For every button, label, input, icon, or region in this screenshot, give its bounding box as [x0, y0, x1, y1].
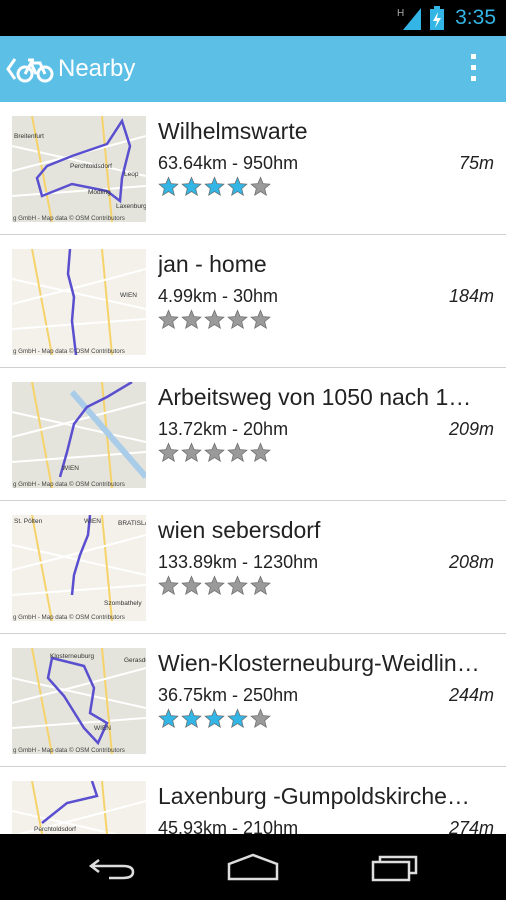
star-empty-icon — [250, 176, 271, 197]
star-empty-icon — [204, 575, 225, 596]
star-filled-icon — [181, 708, 202, 729]
star-filled-icon — [227, 708, 248, 729]
route-distance-elevation: 36.75km - 250hm — [158, 685, 299, 705]
route-duration: 244m — [448, 685, 494, 705]
route-title: Wilhelmswarte — [158, 118, 308, 144]
star-empty-icon — [250, 309, 271, 330]
star-empty-icon — [158, 309, 179, 330]
star-filled-icon — [204, 708, 225, 729]
route-distance-elevation: 63.64km - 950hm — [158, 153, 299, 173]
route-map-thumbnail: Breitenfurt Perchtoldsdorf Leop Mödling Laxe… — [12, 116, 146, 222]
star-filled-icon — [158, 708, 179, 729]
star-empty-icon — [250, 442, 271, 463]
star-empty-icon — [204, 442, 225, 463]
route-duration: 75m — [458, 153, 494, 173]
route-rating — [158, 708, 271, 729]
star-empty-icon — [181, 575, 202, 596]
route-map-thumbnail: WIEN g GmbH - Map data © OSM Contributors — [12, 382, 146, 488]
map-place-label: Szombathely — [104, 600, 142, 607]
map-place-label: Breitenfurt — [14, 133, 44, 140]
star-filled-icon — [227, 176, 248, 197]
status-bar: H 3:35 — [0, 0, 506, 36]
battery-charging-icon — [430, 6, 445, 30]
overflow-menu-icon[interactable] — [468, 54, 478, 84]
action-bar: Nearby — [0, 36, 506, 102]
home-icon — [227, 853, 279, 881]
route-title: jan - home — [158, 251, 267, 277]
route-list-item[interactable]: WIEN g GmbH - Map data © OSM Contributors… — [0, 368, 506, 501]
back-button[interactable] — [72, 842, 152, 892]
route-rating — [158, 575, 271, 596]
map-attribution: g GmbH - Map data © OSM Contributors — [13, 747, 125, 754]
map-place-label: St. Pölten — [14, 518, 43, 525]
navigation-bar — [0, 834, 506, 900]
bicycle-icon[interactable] — [16, 54, 54, 84]
network-type-label: H — [397, 8, 404, 19]
page-title[interactable]: Nearby — [58, 36, 135, 102]
route-duration: 274m — [448, 818, 494, 834]
route-rating — [158, 442, 271, 463]
signal-icon: H — [397, 8, 422, 30]
route-rating — [158, 309, 271, 330]
route-distance-elevation: 4.99km - 30hm — [158, 286, 279, 306]
map-place-label: WIEN — [62, 465, 79, 472]
star-empty-icon — [204, 309, 225, 330]
map-place-label: Laxenburg — [116, 203, 146, 210]
star-empty-icon — [181, 309, 202, 330]
route-map-thumbnail: Perchtoldsdorf — [12, 781, 146, 834]
map-place-label: Mödling — [88, 189, 111, 196]
route-distance-elevation: 45.93km - 210hm — [158, 818, 299, 834]
route-list[interactable]: Breitenfurt Perchtoldsdorf Leop Mödling Laxe… — [0, 102, 506, 834]
back-icon — [88, 859, 135, 880]
star-empty-icon — [227, 309, 248, 330]
star-empty-icon — [250, 575, 271, 596]
route-distance-elevation: 133.89km - 1230hm — [158, 552, 319, 572]
route-list-item[interactable]: Perchtoldsdorf Laxenburg -Gumpoldskirche…… — [0, 767, 506, 834]
route-rating — [158, 176, 271, 197]
route-duration: 208m — [448, 552, 494, 572]
route-list-item[interactable]: Klosterneuburg Gerasdo WIEN g GmbH - Map da… — [0, 634, 506, 767]
route-list-item[interactable]: St. Pölten WIEN BRATISLA Szombathely g GmbH … — [0, 501, 506, 634]
route-map-thumbnail: Klosterneuburg Gerasdo WIEN g GmbH - Map da… — [12, 648, 146, 754]
star-empty-icon — [227, 575, 248, 596]
star-empty-icon — [181, 442, 202, 463]
star-filled-icon — [158, 176, 179, 197]
route-title: wien sebersdorf — [158, 517, 321, 543]
route-distance-elevation: 13.72km - 20hm — [158, 419, 289, 439]
star-empty-icon — [158, 442, 179, 463]
route-list-item[interactable]: WIEN g GmbH - Map data © OSM Contributors… — [0, 235, 506, 368]
star-empty-icon — [227, 442, 248, 463]
star-filled-icon — [204, 176, 225, 197]
map-place-label: WIEN — [120, 292, 137, 299]
map-attribution: g GmbH - Map data © OSM Contributors — [13, 481, 125, 488]
map-place-label: WIEN — [84, 518, 101, 525]
map-attribution: g GmbH - Map data © OSM Contributors — [13, 614, 125, 621]
map-attribution: g GmbH - Map data © OSM Contributors — [13, 348, 125, 355]
star-empty-icon — [250, 708, 271, 729]
route-list-item[interactable]: Breitenfurt Perchtoldsdorf Leop Mödling Laxe… — [0, 102, 506, 235]
route-duration: 209m — [448, 419, 494, 439]
star-filled-icon — [181, 176, 202, 197]
map-attribution: g GmbH - Map data © OSM Contributors — [13, 215, 125, 222]
route-map-thumbnail: WIEN g GmbH - Map data © OSM Contributors — [12, 249, 146, 355]
recent-apps-icon — [371, 855, 418, 882]
recent-apps-button[interactable] — [356, 842, 436, 892]
map-place-label: BRATISLA — [118, 520, 146, 527]
map-place-label: Perchtoldsdorf — [70, 163, 112, 170]
star-empty-icon — [158, 575, 179, 596]
map-place-label: Gerasdo — [124, 657, 146, 664]
route-title: Arbeitsweg von 1050 nach 1… — [158, 384, 472, 410]
map-place-label: Leop — [124, 171, 139, 178]
map-place-label: Klosterneuburg — [50, 653, 94, 660]
map-place-label: Perchtoldsdorf — [34, 826, 76, 833]
route-map-thumbnail: St. Pölten WIEN BRATISLA Szombathely g GmbH … — [12, 515, 146, 621]
map-place-label: WIEN — [94, 725, 111, 732]
home-button[interactable] — [213, 842, 293, 892]
route-title: Wien-Klosterneuburg-Weidlin… — [158, 650, 480, 676]
route-title: Laxenburg -Gumpoldskirche… — [158, 783, 470, 809]
route-duration: 184m — [448, 286, 494, 306]
status-time: 3:35 — [455, 6, 496, 29]
